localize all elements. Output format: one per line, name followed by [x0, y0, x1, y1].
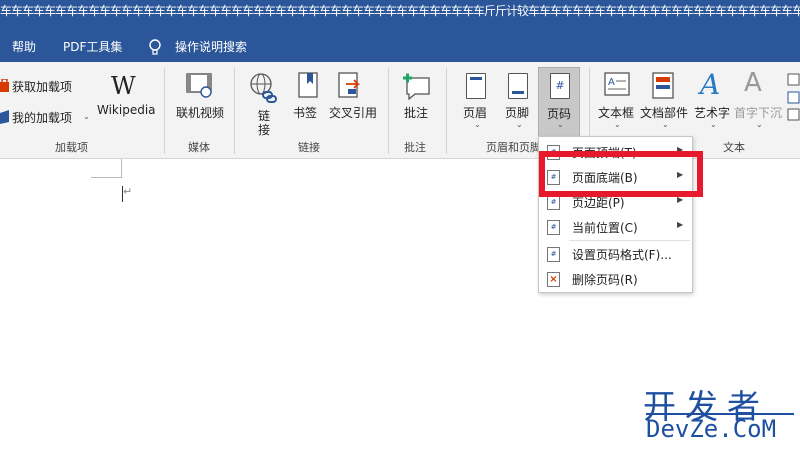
tab-help[interactable]: 帮助 — [12, 39, 36, 55]
header-label: 页眉 — [463, 106, 488, 120]
drop-cap-label: 首字下沉 — [734, 106, 783, 120]
watermark-underline — [646, 413, 794, 415]
menu-item-current-position[interactable]: # 当前位置(C) ▶ — [539, 214, 692, 239]
chevron-down-icon: ⌄ — [83, 112, 90, 121]
ribbon-separator — [446, 68, 447, 154]
watermark-en: DevZe.CoM — [646, 415, 777, 443]
paragraph-mark-icon: ↵ — [123, 185, 133, 198]
chevron-right-icon: ▶ — [677, 220, 684, 229]
quick-parts-label: 文档部件 — [640, 106, 689, 120]
ribbon-separator — [234, 68, 235, 154]
tab-pdf-tools[interactable]: PDF工具集 — [63, 39, 122, 55]
lightbulb-icon — [148, 39, 162, 61]
chevron-down-icon: ⌄ — [710, 120, 717, 129]
page-number-icon: # — [550, 73, 570, 99]
annotation-highlight-box — [539, 151, 703, 197]
group-label-addins: 加载项 — [55, 141, 88, 154]
group-label-text: 文本 — [723, 141, 745, 154]
menu-item-label: 当前位置(C) — [572, 221, 638, 235]
ribbon-separator — [164, 68, 165, 154]
bookmark-icon — [298, 72, 320, 104]
ribbon-separator — [388, 68, 389, 154]
chevron-down-icon: ⌄ — [557, 120, 564, 129]
cross-reference-button[interactable]: 交叉引用 — [328, 70, 380, 130]
wordart-label: 艺术字 — [694, 106, 731, 120]
header-icon — [466, 73, 486, 99]
textbox-button[interactable]: A 文本框 ⌄ — [596, 70, 638, 136]
footer-label: 页脚 — [505, 106, 530, 120]
quick-parts-icon — [652, 72, 676, 104]
link-label-bottom: 接 — [258, 123, 271, 137]
wordart-icon: A — [700, 68, 721, 101]
online-video-button[interactable]: 联机视频 — [172, 70, 228, 130]
title-bar: 车车车车车车车车车车车车车车车车车车车车车车车车车车车车车车车车车车车车车车车车… — [0, 0, 800, 32]
menu-item-remove-page-numbers[interactable]: × 删除页码(R) — [539, 266, 692, 291]
chevron-down-icon: ⌄ — [614, 120, 621, 129]
get-addins-button[interactable]: 获取加载项 — [0, 76, 80, 96]
group-label-header-footer: 页眉和页脚 — [486, 141, 541, 154]
window-title: 车车车车车车车车车车车车车车车车车车车车车车车车车车车车车车车车车车车车车车车车… — [0, 4, 800, 18]
comment-label: 批注 — [404, 106, 429, 120]
menu-item-label: 删除页码(R) — [572, 273, 638, 287]
comment-icon — [401, 72, 431, 104]
my-addins-button[interactable]: 我的加载项 ⌄ — [0, 107, 95, 127]
online-video-label: 联机视频 — [176, 106, 225, 120]
remove-page-number-icon: × — [547, 272, 560, 287]
globe-link-icon — [248, 72, 278, 108]
text-group-small-buttons[interactable] — [787, 72, 800, 122]
addin-icon — [0, 109, 10, 128]
quick-parts-button[interactable]: 文档部件 ⌄ — [640, 70, 690, 136]
page-margin-icon: # — [547, 195, 560, 210]
get-addins-label: 获取加载项 — [12, 80, 73, 94]
header-button[interactable]: 页眉 ⌄ — [458, 70, 494, 136]
chevron-down-icon: ⌄ — [662, 120, 669, 129]
bookmark-label: 书签 — [293, 106, 318, 120]
menu-bar: 帮助 PDF工具集 操作说明搜索 — [0, 32, 800, 62]
page-number-button[interactable]: # 页码 ⌄ — [538, 67, 580, 139]
chevron-down-icon: ⌄ — [756, 120, 763, 129]
wordart-button[interactable]: A 艺术字 ⌄ — [692, 68, 732, 136]
menu-item-format-page-numbers[interactable]: # 设置页码格式(F)... — [539, 241, 692, 266]
svg-text:A: A — [608, 77, 615, 88]
margin-corner-mark — [91, 177, 122, 178]
drop-cap-button[interactable]: A 首字下沉 ⌄ — [734, 68, 786, 136]
tell-me-search[interactable]: 操作说明搜索 — [175, 39, 247, 55]
group-label-links: 链接 — [298, 141, 320, 154]
chevron-down-icon: ⌄ — [516, 120, 523, 129]
cross-reference-label: 交叉引用 — [329, 106, 378, 120]
film-icon — [186, 72, 214, 102]
footer-icon — [508, 73, 528, 99]
bookmark-button[interactable]: 书签 — [290, 70, 324, 130]
link-button[interactable]: 链 接 — [244, 70, 284, 137]
chevron-down-icon: ⌄ — [474, 120, 481, 129]
wikipedia-icon: W — [111, 72, 136, 100]
wikipedia-button[interactable]: W Wikipedia — [95, 70, 157, 130]
format-page-number-icon: # — [547, 247, 560, 262]
drop-cap-icon: A — [744, 68, 762, 98]
textbox-icon: A — [604, 72, 630, 102]
group-label-comments: 批注 — [404, 141, 426, 154]
wikipedia-label: Wikipedia — [97, 103, 156, 117]
new-comment-button[interactable]: 批注 — [396, 70, 436, 130]
store-icon — [0, 78, 10, 97]
footer-button[interactable]: 页脚 ⌄ — [500, 70, 536, 136]
my-addins-label: 我的加载项 — [12, 111, 73, 125]
current-position-icon: # — [547, 220, 560, 235]
menu-item-label: 设置页码格式(F)... — [572, 248, 672, 262]
textbox-label: 文本框 — [598, 106, 635, 120]
group-label-media: 媒体 — [188, 141, 210, 154]
cross-reference-icon — [338, 72, 364, 104]
margin-corner-mark — [121, 159, 122, 178]
